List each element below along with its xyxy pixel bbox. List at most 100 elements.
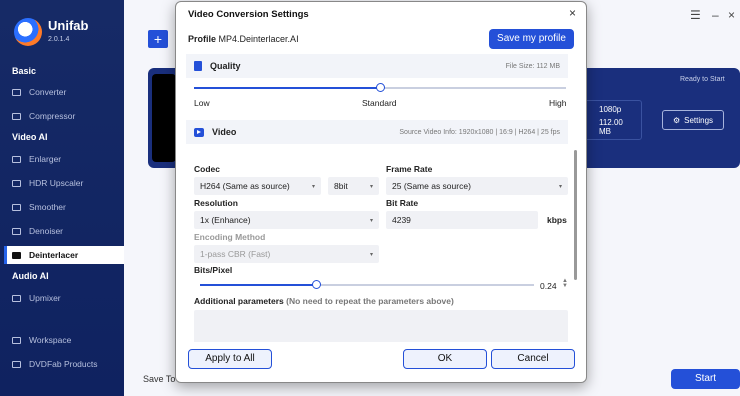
brand-name: Unifab — [48, 18, 89, 33]
codec-select[interactable]: H264 (Same as source) ▾ — [194, 177, 321, 195]
minimize-icon[interactable]: – — [712, 8, 719, 22]
profile-value: MP4.Deinterlacer.AI — [218, 34, 299, 44]
output-info[interactable]: 1080p 112.00 MB — [584, 100, 642, 140]
chevron-down-icon: ▾ — [311, 183, 315, 190]
chevron-down-icon: ▾ — [369, 217, 373, 224]
smoother-icon — [12, 203, 21, 211]
additional-parameters-input[interactable] — [194, 310, 568, 342]
resolution-select[interactable]: 1x (Enhance) ▾ — [194, 211, 379, 229]
quality-standard: Standard — [362, 98, 397, 108]
start-button[interactable]: Start — [671, 369, 740, 389]
sidebar-item-label: Enlarger — [29, 154, 62, 164]
frame-rate-select[interactable]: 25 (Same as source) ▾ — [386, 177, 568, 195]
sidebar-item-label: Smoother — [29, 202, 66, 212]
quality-icon — [194, 61, 202, 71]
bits-per-pixel-label: Bits/Pixel — [194, 265, 233, 275]
sidebar-item-compressor[interactable]: Compressor — [12, 107, 124, 125]
sidebar-item-label: DVDFab Products — [29, 359, 98, 369]
settings-label: Settings — [684, 115, 714, 125]
menu-icon[interactable]: ☰ — [690, 8, 701, 22]
scrollbar-thumb[interactable] — [574, 150, 577, 280]
profile-row: Profile MP4.Deinterlacer.AI — [188, 34, 299, 44]
sidebar-item-label: HDR Upscaler — [29, 178, 84, 188]
frame-rate-label: Frame Rate — [386, 164, 433, 174]
settings-scroll-area: Quality File Size: 112 MB Low Standard H… — [186, 54, 576, 342]
bit-rate-label: Bit Rate — [386, 198, 419, 208]
video-conversion-settings-dialog: Video Conversion Settings × Profile MP4.… — [175, 1, 587, 383]
denoiser-icon — [12, 227, 21, 235]
hdr-icon — [12, 179, 21, 187]
sidebar-item-converter[interactable]: Converter — [12, 83, 124, 101]
bit-depth-select[interactable]: 8bit ▾ — [328, 177, 379, 195]
sidebar-item-label: Workspace — [29, 335, 72, 345]
gear-icon: ⚙ — [672, 115, 681, 125]
dialog-title: Video Conversion Settings — [188, 9, 309, 20]
sidebar-item-hdr-upscaler[interactable]: HDR Upscaler — [12, 174, 124, 192]
bpp-value: 0.24 — [540, 281, 557, 291]
encoding-method-label: Encoding Method — [194, 232, 266, 242]
resolution-value: 1x (Enhance) — [200, 215, 251, 225]
quality-low: Low — [194, 98, 210, 108]
ok-button[interactable]: OK — [403, 349, 487, 369]
quality-high: High — [549, 98, 567, 108]
sidebar-item-upmixer[interactable]: Upmixer — [12, 289, 124, 307]
dialog-scrollbar[interactable] — [574, 54, 577, 342]
additional-parameters-label: Additional parameters (No need to repeat… — [194, 296, 454, 306]
additional-hint: (No need to repeat the parameters above) — [286, 296, 454, 306]
sidebar-item-enlarger[interactable]: Enlarger — [12, 150, 124, 168]
profile-label: Profile — [188, 34, 217, 44]
compressor-icon — [12, 112, 21, 120]
sidebar-item-denoiser[interactable]: Denoiser — [12, 222, 124, 240]
codec-label: Codec — [194, 164, 220, 174]
section-basic: Basic — [12, 66, 37, 76]
section-audio-ai: Audio AI — [12, 271, 49, 281]
quality-slider-knob[interactable] — [375, 83, 385, 92]
converter-icon — [12, 88, 21, 96]
app-version: 2.0.1.4 — [48, 36, 70, 43]
sidebar-item-label: Deinterlacer — [29, 250, 79, 260]
output-size: 112.00 MB — [599, 118, 623, 136]
deinterlacer-icon — [12, 251, 21, 259]
close-icon[interactable]: × — [569, 6, 576, 20]
add-file-button[interactable]: + — [148, 30, 168, 48]
sidebar-item-label: Denoiser — [29, 226, 64, 236]
sidebar-item-label: Compressor — [29, 111, 76, 121]
codec-value: H264 (Same as source) — [200, 181, 290, 191]
dvdfab-icon — [12, 360, 21, 368]
encoding-method-select: 1-pass CBR (Fast) ▾ — [194, 245, 379, 263]
bpp-slider-knob[interactable] — [312, 280, 321, 289]
unifab-logo-icon — [14, 18, 42, 46]
source-video-info: Source Video Info: 1920x1080 | 16:9 | H2… — [399, 128, 560, 136]
sidebar-item-dvdfab-products[interactable]: DVDFab Products — [12, 355, 124, 373]
video-title: Video — [212, 127, 237, 137]
sidebar-item-deinterlacer[interactable]: Deinterlacer — [4, 246, 124, 264]
apply-to-all-button[interactable]: Apply to All — [188, 349, 272, 369]
bit-rate-input[interactable]: 4239 — [386, 211, 538, 229]
quality-header: Quality File Size: 112 MB — [186, 54, 568, 78]
sidebar-item-label: Converter — [29, 87, 67, 97]
sidebar-item-workspace[interactable]: Workspace — [12, 331, 124, 349]
sidebar-item-smoother[interactable]: Smoother — [12, 198, 124, 216]
save-profile-button[interactable]: Save my profile — [489, 29, 574, 49]
resolution-label: Resolution — [194, 198, 238, 208]
file-size: File Size: 112 MB — [505, 62, 560, 70]
bpp-spinner[interactable]: ▲ ▼ — [562, 278, 568, 289]
encoding-method-value: 1-pass CBR (Fast) — [200, 249, 271, 259]
section-video-ai: Video AI — [12, 132, 48, 142]
sidebar: Unifab 2.0.1.4 Basic Converter Compresso… — [0, 0, 124, 396]
video-header: Video Source Video Info: 1920x1080 | 16:… — [186, 120, 568, 144]
workspace-icon — [12, 336, 21, 344]
enlarger-icon — [12, 155, 21, 163]
sidebar-item-label: Upmixer — [29, 293, 61, 303]
additional-title: Additional parameters — [194, 296, 284, 306]
video-thumbnail — [152, 74, 176, 162]
video-icon — [194, 127, 204, 137]
close-window-icon[interactable]: × — [728, 8, 735, 22]
bit-depth-value: 8bit — [334, 181, 348, 191]
bpp-slider-fill — [200, 284, 316, 286]
frame-rate-value: 25 (Same as source) — [392, 181, 471, 191]
quality-slider-fill — [194, 87, 380, 89]
cancel-button[interactable]: Cancel — [491, 349, 575, 369]
upmixer-icon — [12, 294, 21, 302]
settings-button[interactable]: ⚙ Settings — [662, 110, 724, 130]
